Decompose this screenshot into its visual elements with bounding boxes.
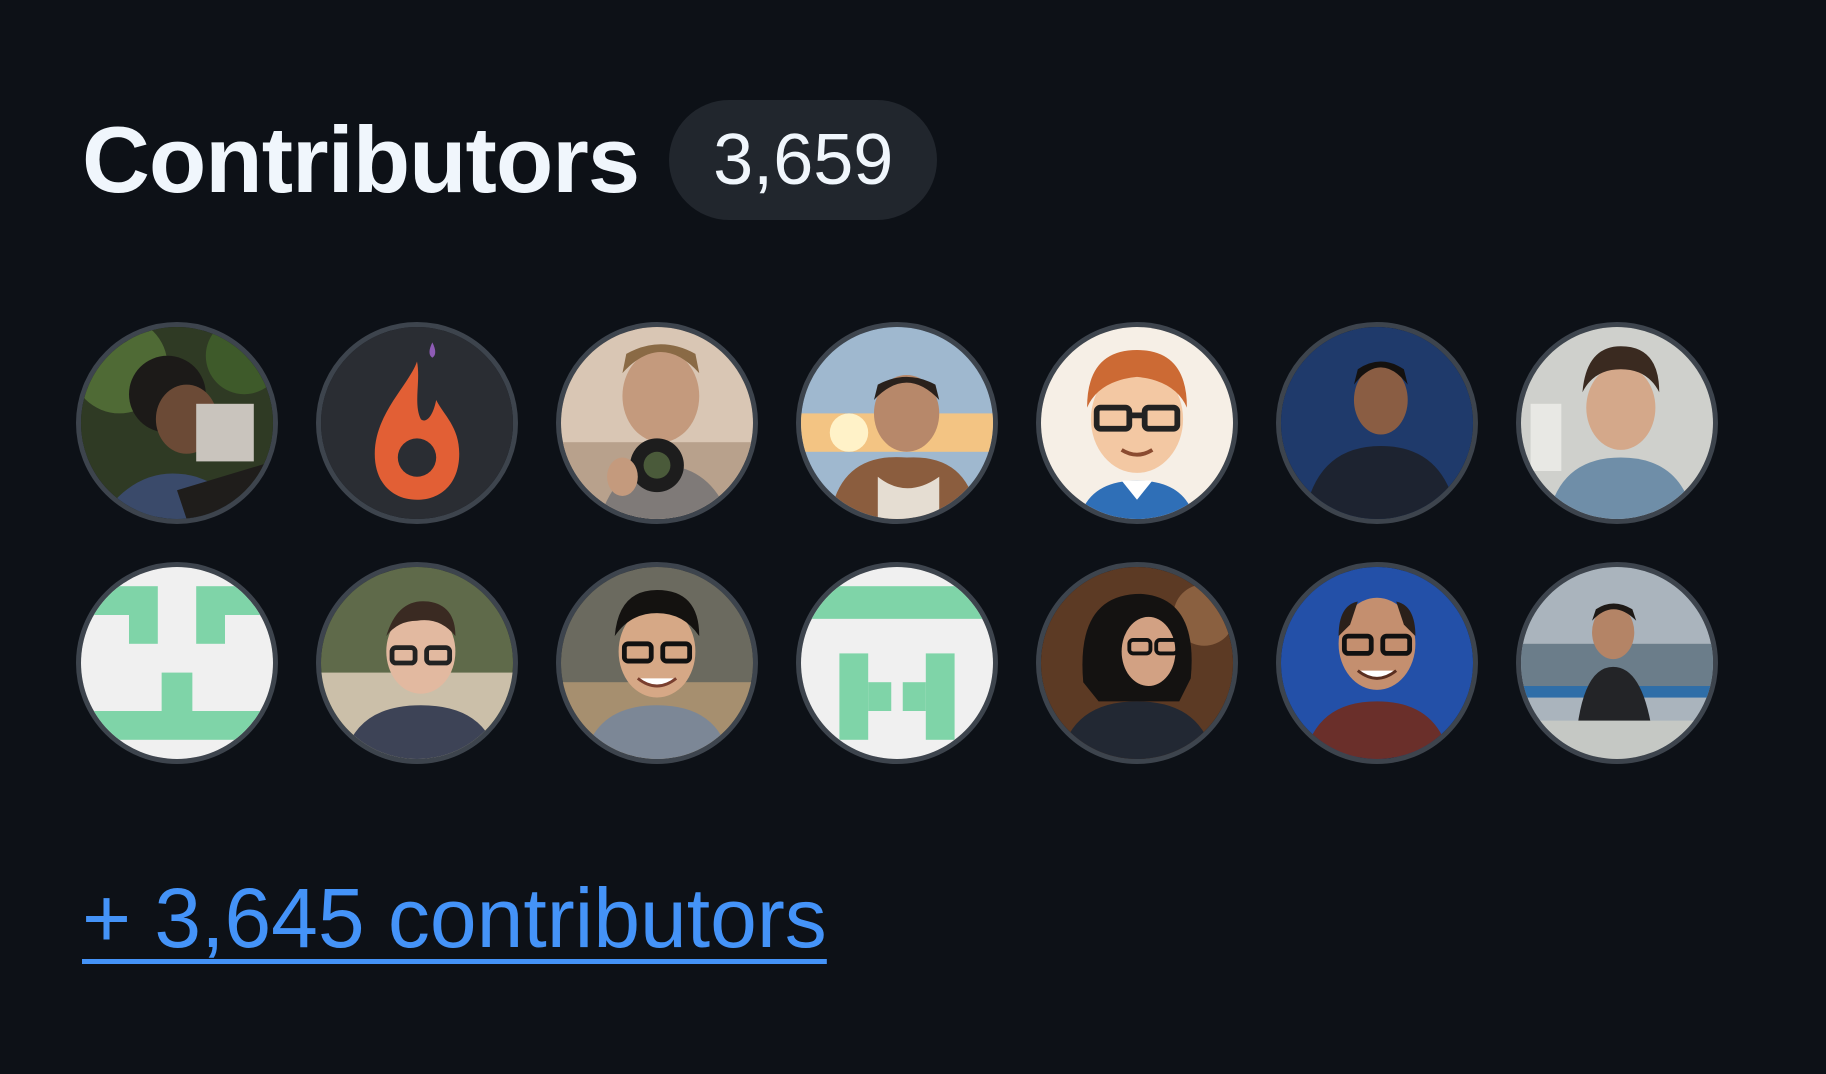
contributor-avatar-photo-icon — [81, 327, 273, 519]
contributor-avatar-photo-icon — [1521, 327, 1713, 519]
contributor-avatar-5[interactable] — [1036, 322, 1238, 524]
contributor-avatar-photo-icon — [1041, 567, 1233, 759]
contributor-avatar-photo-icon — [801, 327, 993, 519]
contributor-avatar-9[interactable] — [316, 562, 518, 764]
contributor-avatar-12[interactable] — [1036, 562, 1238, 764]
contributor-avatar-4[interactable] — [796, 322, 998, 524]
contributor-avatar-1[interactable] — [76, 322, 278, 524]
contributor-avatar-8[interactable] — [76, 562, 278, 764]
contributor-avatar-3[interactable] — [556, 322, 758, 524]
section-title: Contributors — [82, 107, 640, 212]
contributor-avatar-10[interactable] — [556, 562, 758, 764]
contributor-avatar-photo-icon — [321, 567, 513, 759]
contributor-count-badge: 3,659 — [669, 100, 938, 220]
identicon-avatar-icon — [81, 567, 273, 759]
contributor-avatar-2[interactable] — [316, 322, 518, 524]
contributor-avatar-14[interactable] — [1516, 562, 1718, 764]
contributor-avatar-photo-icon — [561, 327, 753, 519]
contributor-avatar-6[interactable] — [1276, 322, 1478, 524]
contributor-avatar-photo-icon — [1521, 567, 1713, 759]
flame-logo-avatar-icon — [321, 327, 513, 519]
contributors-header: Contributors 3,659 — [82, 100, 938, 220]
avatar-grid — [76, 322, 1718, 764]
contributor-avatar-photo-icon — [1281, 327, 1473, 519]
cartoon-avatar-icon — [1041, 327, 1233, 519]
contributor-avatar-13[interactable] — [1276, 562, 1478, 764]
contributor-avatar-11[interactable] — [796, 562, 998, 764]
contributor-avatar-7[interactable] — [1516, 322, 1718, 524]
identicon-avatar-icon — [801, 567, 993, 759]
more-contributors-link[interactable]: + 3,645 contributors — [82, 872, 827, 965]
contributor-avatar-photo-icon — [1281, 567, 1473, 759]
contributor-avatar-photo-icon — [561, 567, 753, 759]
